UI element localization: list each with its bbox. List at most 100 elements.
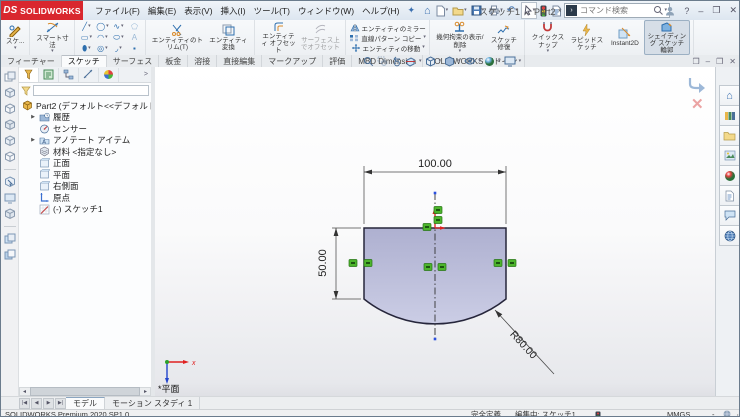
scrollbar-thumb[interactable] <box>30 387 140 396</box>
width-dimension-text[interactable]: 100.00 <box>418 158 452 170</box>
model-tab[interactable]: モデル <box>66 397 105 409</box>
previous-view-icon[interactable] <box>391 56 402 67</box>
menu-file[interactable]: ファイル(F) <box>91 2 144 20</box>
previous-tab-button[interactable]: ◀ <box>31 398 42 409</box>
radius-dimension-text[interactable]: R80.00 <box>507 328 539 361</box>
layered-views-icon[interactable] <box>4 249 16 261</box>
layered-views-icon[interactable] <box>4 233 16 245</box>
tree-item-material[interactable]: 材料 <指定なし> <box>19 146 151 158</box>
tolerance-indicator[interactable]: - <box>712 410 715 417</box>
tab-sketch[interactable]: スケッチ <box>62 55 107 67</box>
open-document-button[interactable]: ▾ <box>451 3 468 18</box>
view-settings-icon[interactable] <box>504 56 516 67</box>
cancel-sketch-icon[interactable]: ✕ <box>691 95 704 113</box>
appearances-scenes-tab[interactable] <box>719 165 740 185</box>
polygon-tool[interactable]: ⬠ <box>126 21 142 32</box>
menu-window[interactable]: ウィンドウ(W) <box>294 2 358 20</box>
view-cube-icon[interactable] <box>4 119 16 131</box>
tab-sheet-metal[interactable]: 板金 <box>159 55 188 67</box>
tab-surfaces[interactable]: サーフェス <box>107 55 160 67</box>
linear-pattern-button[interactable]: 直線パターン コピー ▾ <box>349 33 426 42</box>
minimize-button[interactable]: – <box>698 6 703 16</box>
tree-item-top-plane[interactable]: 平面 <box>19 169 151 181</box>
edit-appearance-icon[interactable] <box>484 56 495 67</box>
view-palette-tab[interactable] <box>719 145 740 165</box>
doc-close-button[interactable]: ✕ <box>729 57 736 66</box>
solidworks-forum-tab[interactable] <box>719 205 740 225</box>
configurationmanager-tab[interactable] <box>59 68 79 82</box>
view-cube-icon[interactable] <box>4 87 16 99</box>
repair-sketch-button[interactable]: スケッチ修復 <box>487 21 521 54</box>
quick-snaps-button[interactable]: クイックスナップ ▾ <box>528 21 568 54</box>
panel-tabs-overflow[interactable]: > <box>141 71 151 78</box>
instant2d-button[interactable]: Instant2D <box>606 21 644 54</box>
zoom-fit-icon[interactable] <box>363 56 374 67</box>
fillet-tool[interactable]: ◞▾ <box>110 43 126 54</box>
tab-direct-editing[interactable]: 直接編集 <box>217 55 262 67</box>
new-document-button[interactable]: ▾ <box>434 3 450 18</box>
point-tool[interactable]: ▪ <box>126 43 142 54</box>
sketch-point[interactable] <box>434 338 437 341</box>
rapid-sketch-button[interactable]: ラピッドスケッチ <box>568 21 606 54</box>
slot-tool[interactable]: ⬮▾ <box>78 43 94 54</box>
mirror-entities-button[interactable]: エンティティのミラー <box>350 23 426 32</box>
propertymanager-tab[interactable] <box>39 68 59 82</box>
featuremanager-tree-tab[interactable] <box>19 68 39 82</box>
home-tab[interactable]: ⌂ <box>719 85 740 105</box>
graphics-viewport[interactable]: 100.00 50.00 R80.00 <box>155 67 715 396</box>
motion-study-tab[interactable]: モーション スタディ 1 <box>105 397 200 409</box>
search-icon[interactable] <box>653 5 664 16</box>
surface-offset-button[interactable]: サーフェス上 でオフセット <box>298 21 342 54</box>
view-cube-icon[interactable] <box>4 208 16 220</box>
tree-item-annotations[interactable]: ▶ A アノテート アイテム <box>19 135 151 147</box>
tab-weldments[interactable]: 溶接 <box>188 55 217 67</box>
next-tab-button[interactable]: ▶ <box>43 398 54 409</box>
tree-item-sketch1[interactable]: (-) スケッチ1 <box>19 204 151 216</box>
zoom-area-icon[interactable] <box>377 56 388 67</box>
display-delete-relations-button[interactable]: 幾何拘束の表示/削除 ▾ <box>433 21 487 54</box>
trim-entities-button[interactable]: エンティティのトリム(T) <box>149 21 205 54</box>
scroll-right-arrow[interactable]: ▸ <box>141 388 150 395</box>
tree-item-right-plane[interactable]: 右側面 <box>19 181 151 193</box>
tree-horizontal-scrollbar[interactable]: ◂ ▸ <box>19 387 151 396</box>
doc-restore-button[interactable]: ❒ <box>716 57 723 66</box>
tree-item-sensors[interactable]: センサー <box>19 123 151 135</box>
point-circle-tool[interactable]: ◎▾ <box>94 43 110 54</box>
spline-tool[interactable]: ∿▾ <box>110 21 126 32</box>
menu-help[interactable]: ヘルプ(H) <box>358 2 403 20</box>
ellipse-tool[interactable]: ⬭▾ <box>110 32 126 43</box>
command-search[interactable]: › ▾ <box>564 3 670 18</box>
exit-sketch-button[interactable]: スケ... ▾ <box>4 21 26 54</box>
tree-filter-input[interactable] <box>33 85 149 96</box>
menu-tools[interactable]: ツール(T) <box>250 2 294 20</box>
login-user-icon[interactable] <box>665 6 675 16</box>
screen-view-icon[interactable] <box>4 192 16 204</box>
units-indicator[interactable]: MMGS <box>667 410 690 417</box>
rectangle-tool[interactable]: ▭▾ <box>78 32 94 43</box>
tree-item-origin[interactable]: 原点 <box>19 192 151 204</box>
doc-restore-icon[interactable]: ❒ <box>693 57 700 66</box>
displaymanager-tab[interactable] <box>99 68 119 82</box>
restore-button[interactable]: ❒ <box>712 5 720 16</box>
3d-content-central-tab[interactable] <box>719 225 740 246</box>
doc-minimize-button[interactable]: – <box>706 57 710 66</box>
convert-entities-button[interactable]: エンティティ変換 <box>205 21 251 54</box>
design-library-tab[interactable] <box>719 105 740 125</box>
search-input[interactable] <box>578 5 653 16</box>
section-view-icon[interactable] <box>405 56 416 67</box>
home-button[interactable]: ⌂ <box>423 3 432 18</box>
hide-show-items-icon[interactable] <box>464 56 476 66</box>
view-cube-icon[interactable] <box>4 103 16 115</box>
exit-sketch-corner-icon[interactable] <box>687 77 709 93</box>
smart-dimension-button[interactable]: スマート寸法 ▾ <box>33 21 71 54</box>
dimxpertmanager-tab[interactable] <box>79 68 99 82</box>
view-cube-icon[interactable] <box>4 151 16 163</box>
tree-item-history[interactable]: ▶ 履歴 <box>19 112 151 124</box>
custom-properties-tab[interactable] <box>719 185 740 205</box>
move-entities-button[interactable]: エンティティの移動 ▾ <box>351 43 425 52</box>
text-tool[interactable]: A <box>126 32 142 43</box>
tree-item-part-root[interactable]: Part2 (デフォルト<<デフォルト>_表示状態 <box>19 100 151 112</box>
help-button[interactable]: ? <box>684 6 689 16</box>
tab-markup[interactable]: マークアップ <box>262 55 323 67</box>
pin-menu-icon[interactable]: ✦ <box>407 5 415 16</box>
